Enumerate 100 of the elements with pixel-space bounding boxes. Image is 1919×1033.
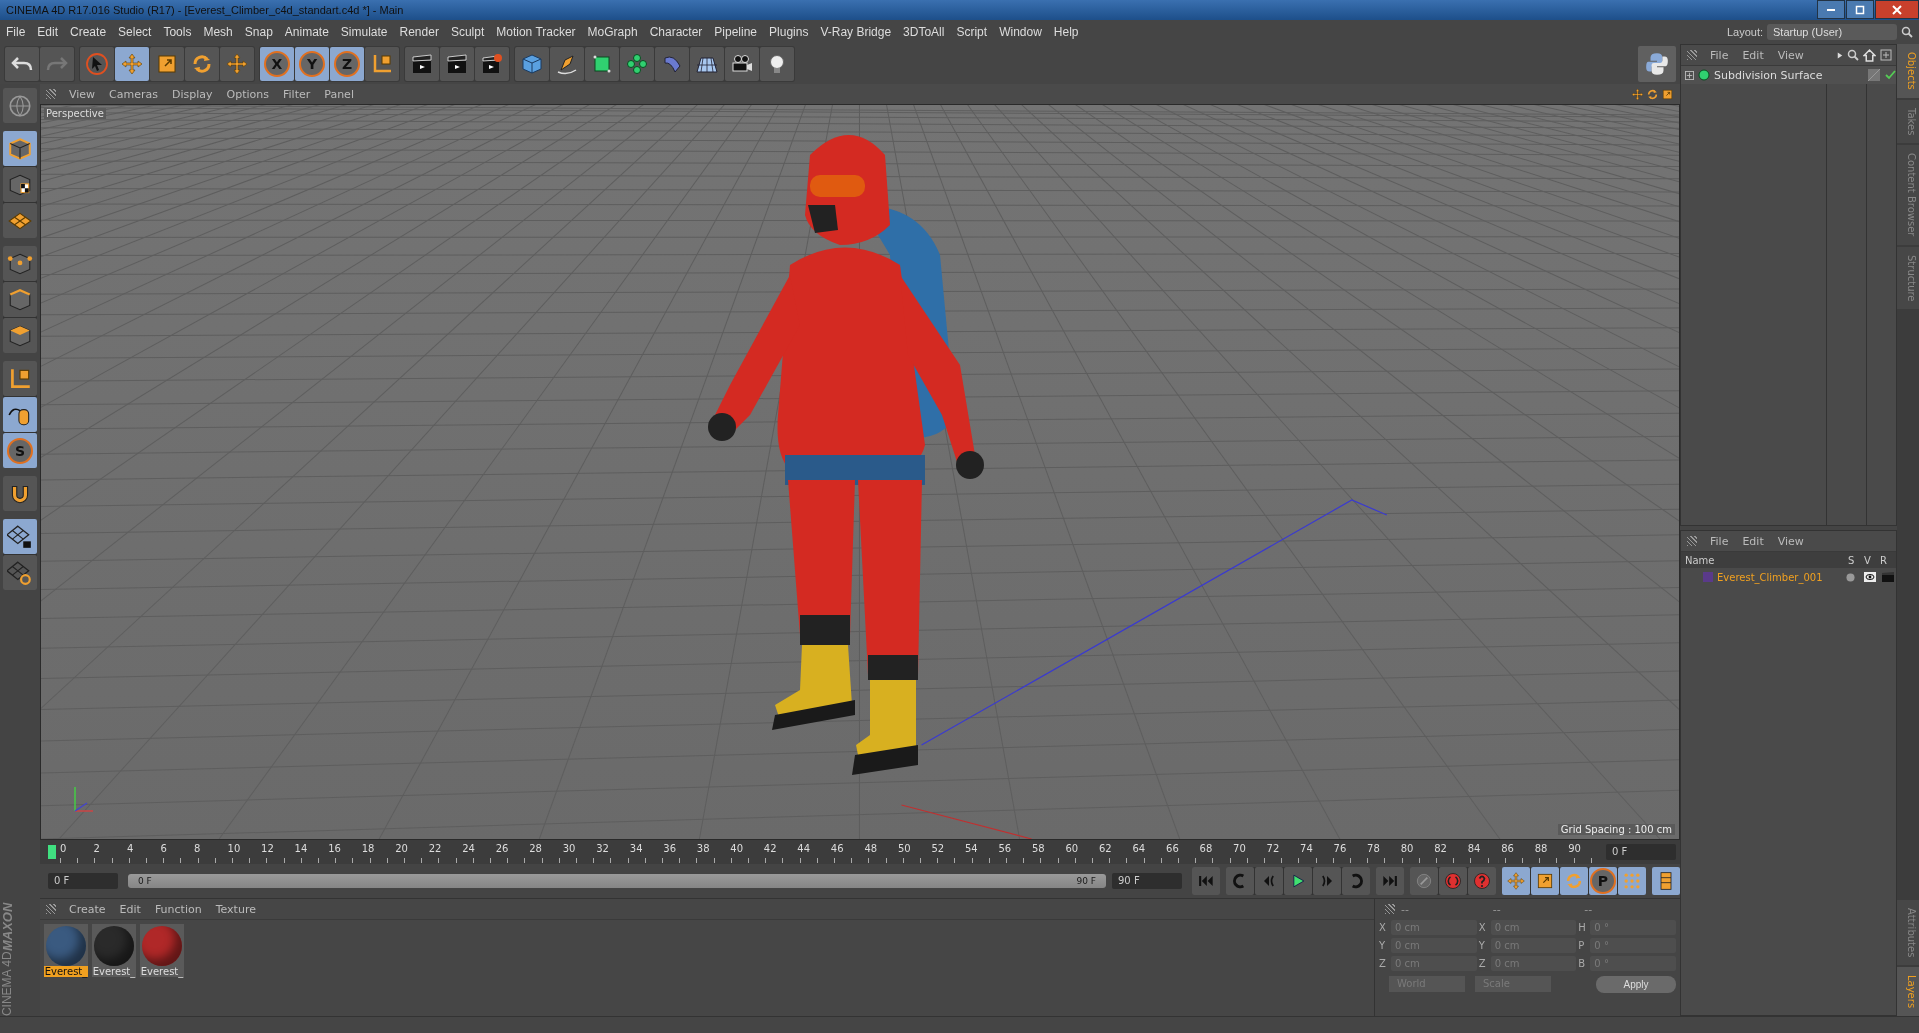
frame-number: 66 bbox=[1166, 842, 1180, 856]
tool-button[interactable] bbox=[3, 282, 37, 317]
menu-item[interactable]: Cameras bbox=[102, 87, 165, 101]
menu-item[interactable]: Snap bbox=[238, 25, 279, 39]
menu-item[interactable]: Sculpt bbox=[444, 25, 491, 39]
tool-button[interactable] bbox=[760, 47, 794, 81]
tool-button[interactable] bbox=[3, 555, 37, 590]
new-window-icon[interactable] bbox=[1880, 49, 1892, 61]
search-icon[interactable] bbox=[1901, 26, 1913, 38]
side-tab[interactable]: Attributes bbox=[1897, 899, 1919, 965]
menu-item[interactable]: Select bbox=[112, 25, 158, 39]
tool-button[interactable]: Z bbox=[330, 47, 364, 81]
menu-item[interactable]: Create bbox=[64, 25, 113, 39]
maximize-button[interactable] bbox=[1846, 0, 1874, 19]
subdivision-icon bbox=[1698, 69, 1710, 81]
menu-item[interactable]: Create bbox=[62, 902, 113, 916]
expand-icon[interactable] bbox=[1685, 70, 1694, 80]
clapperboard-icon bbox=[410, 52, 434, 76]
frame-number: 64 bbox=[1132, 842, 1147, 856]
axis-label: X bbox=[1379, 922, 1387, 933]
tool-button[interactable] bbox=[3, 167, 37, 202]
menu-item[interactable]: Filter bbox=[276, 87, 318, 101]
minimize-button[interactable] bbox=[1817, 0, 1845, 19]
eye-icon[interactable] bbox=[1864, 572, 1878, 582]
menu-item[interactable]: V-Ray Bridge bbox=[814, 25, 898, 39]
menu-item[interactable]: Panel bbox=[317, 87, 361, 101]
tool-button[interactable] bbox=[725, 47, 759, 81]
axis-label: Y bbox=[1478, 940, 1486, 951]
menu-item[interactable]: Motion Tracker bbox=[490, 25, 582, 39]
current-frame-field[interactable]: 0 F bbox=[1606, 844, 1676, 860]
frame-number: 8 bbox=[194, 842, 202, 856]
menu-item[interactable]: Mesh bbox=[197, 25, 239, 39]
menu-item[interactable]: Script bbox=[950, 25, 994, 39]
home-icon[interactable] bbox=[1863, 48, 1876, 62]
tool-button[interactable]: P bbox=[1589, 867, 1617, 895]
tool-button[interactable]: X bbox=[260, 47, 294, 81]
menu-item[interactable]: Edit bbox=[31, 25, 65, 39]
menu-item[interactable]: Render bbox=[393, 25, 445, 39]
tool-button[interactable] bbox=[690, 47, 724, 81]
menu-item[interactable]: Animate bbox=[278, 25, 335, 39]
side-tab[interactable]: Objects bbox=[1897, 44, 1919, 98]
menu-item[interactable]: Character bbox=[643, 25, 709, 39]
cube-icon bbox=[520, 52, 544, 76]
frame-number: 74 bbox=[1300, 842, 1314, 856]
menu-item[interactable]: View bbox=[62, 87, 103, 101]
checkmark-icon[interactable] bbox=[1884, 69, 1896, 81]
menu-item[interactable]: 3DToAll bbox=[897, 25, 951, 39]
menu-item[interactable]: Edit bbox=[112, 902, 148, 916]
menu-item[interactable]: Plugins bbox=[763, 25, 815, 39]
playhead-marker[interactable] bbox=[48, 845, 56, 859]
tool-button[interactable] bbox=[3, 397, 37, 432]
tool-button[interactable] bbox=[405, 47, 439, 81]
tool-button[interactable] bbox=[3, 519, 37, 554]
menu-item[interactable]: Options bbox=[219, 87, 276, 101]
menu-item[interactable]: Pipeline bbox=[708, 25, 764, 39]
arrow-right-icon[interactable] bbox=[1837, 50, 1843, 60]
layout-dropdown[interactable]: Startup (User) bbox=[1767, 24, 1897, 40]
side-tab[interactable]: Layers bbox=[1897, 966, 1919, 1016]
python-button[interactable] bbox=[1638, 46, 1676, 82]
tool-button[interactable] bbox=[3, 476, 37, 511]
menu-item[interactable]: Edit bbox=[1735, 48, 1771, 62]
tool-button[interactable] bbox=[1284, 867, 1312, 895]
menu-item[interactable]: File bbox=[1703, 534, 1736, 548]
viewport[interactable]: Perspective Grid Spacing : 100 cm bbox=[40, 104, 1680, 840]
frame-range-slider[interactable]: 0 F 90 F bbox=[128, 874, 1106, 888]
menu-item[interactable]: Simulate bbox=[334, 25, 394, 39]
material-swatch[interactable]: Everest_ bbox=[44, 924, 88, 977]
tool-button[interactable]: S bbox=[3, 433, 37, 468]
side-tab[interactable]: Content Browser bbox=[1897, 145, 1919, 245]
menu-item[interactable]: View bbox=[1770, 48, 1811, 62]
menu-item[interactable]: Help bbox=[1047, 25, 1085, 39]
start-frame-field[interactable]: 0 F bbox=[48, 873, 118, 889]
menu-item[interactable]: Display bbox=[165, 87, 220, 101]
menu-item[interactable]: File bbox=[0, 25, 32, 39]
frame-number: 82 bbox=[1434, 842, 1448, 856]
frame-number: 36 bbox=[663, 842, 677, 856]
menu-item[interactable]: MoGraph bbox=[581, 25, 644, 39]
search-icon[interactable] bbox=[1847, 49, 1859, 61]
menu-item[interactable]: Window bbox=[993, 25, 1048, 39]
object-row[interactable]: Subdivision Surface bbox=[1681, 66, 1896, 84]
menu-item[interactable]: Edit bbox=[1735, 534, 1771, 548]
side-tab[interactable]: Structure bbox=[1897, 246, 1919, 310]
frame-number: 50 bbox=[897, 842, 912, 856]
menu-item[interactable]: Tools bbox=[157, 25, 198, 39]
layer-row[interactable]: Everest_Climber_001 bbox=[1681, 568, 1896, 586]
material-swatch[interactable]: Everest_ bbox=[140, 924, 184, 977]
menu-item[interactable]: Texture bbox=[208, 902, 263, 916]
material-swatch[interactable]: Everest_ bbox=[92, 924, 136, 977]
menu-item[interactable]: View bbox=[1770, 534, 1811, 548]
tool-button[interactable] bbox=[440, 47, 474, 81]
tool-button[interactable]: Y bbox=[295, 47, 329, 81]
tool-button[interactable] bbox=[475, 47, 509, 81]
tool-button[interactable] bbox=[3, 318, 37, 353]
side-tab[interactable]: Takes bbox=[1897, 99, 1919, 144]
tool-button[interactable] bbox=[3, 246, 37, 281]
frame-number: 80 bbox=[1400, 842, 1415, 856]
close-button[interactable] bbox=[1875, 0, 1919, 19]
end-frame-field[interactable]: 90 F bbox=[1112, 873, 1182, 889]
menu-item[interactable]: File bbox=[1703, 48, 1736, 62]
menu-item[interactable]: Function bbox=[147, 902, 209, 916]
